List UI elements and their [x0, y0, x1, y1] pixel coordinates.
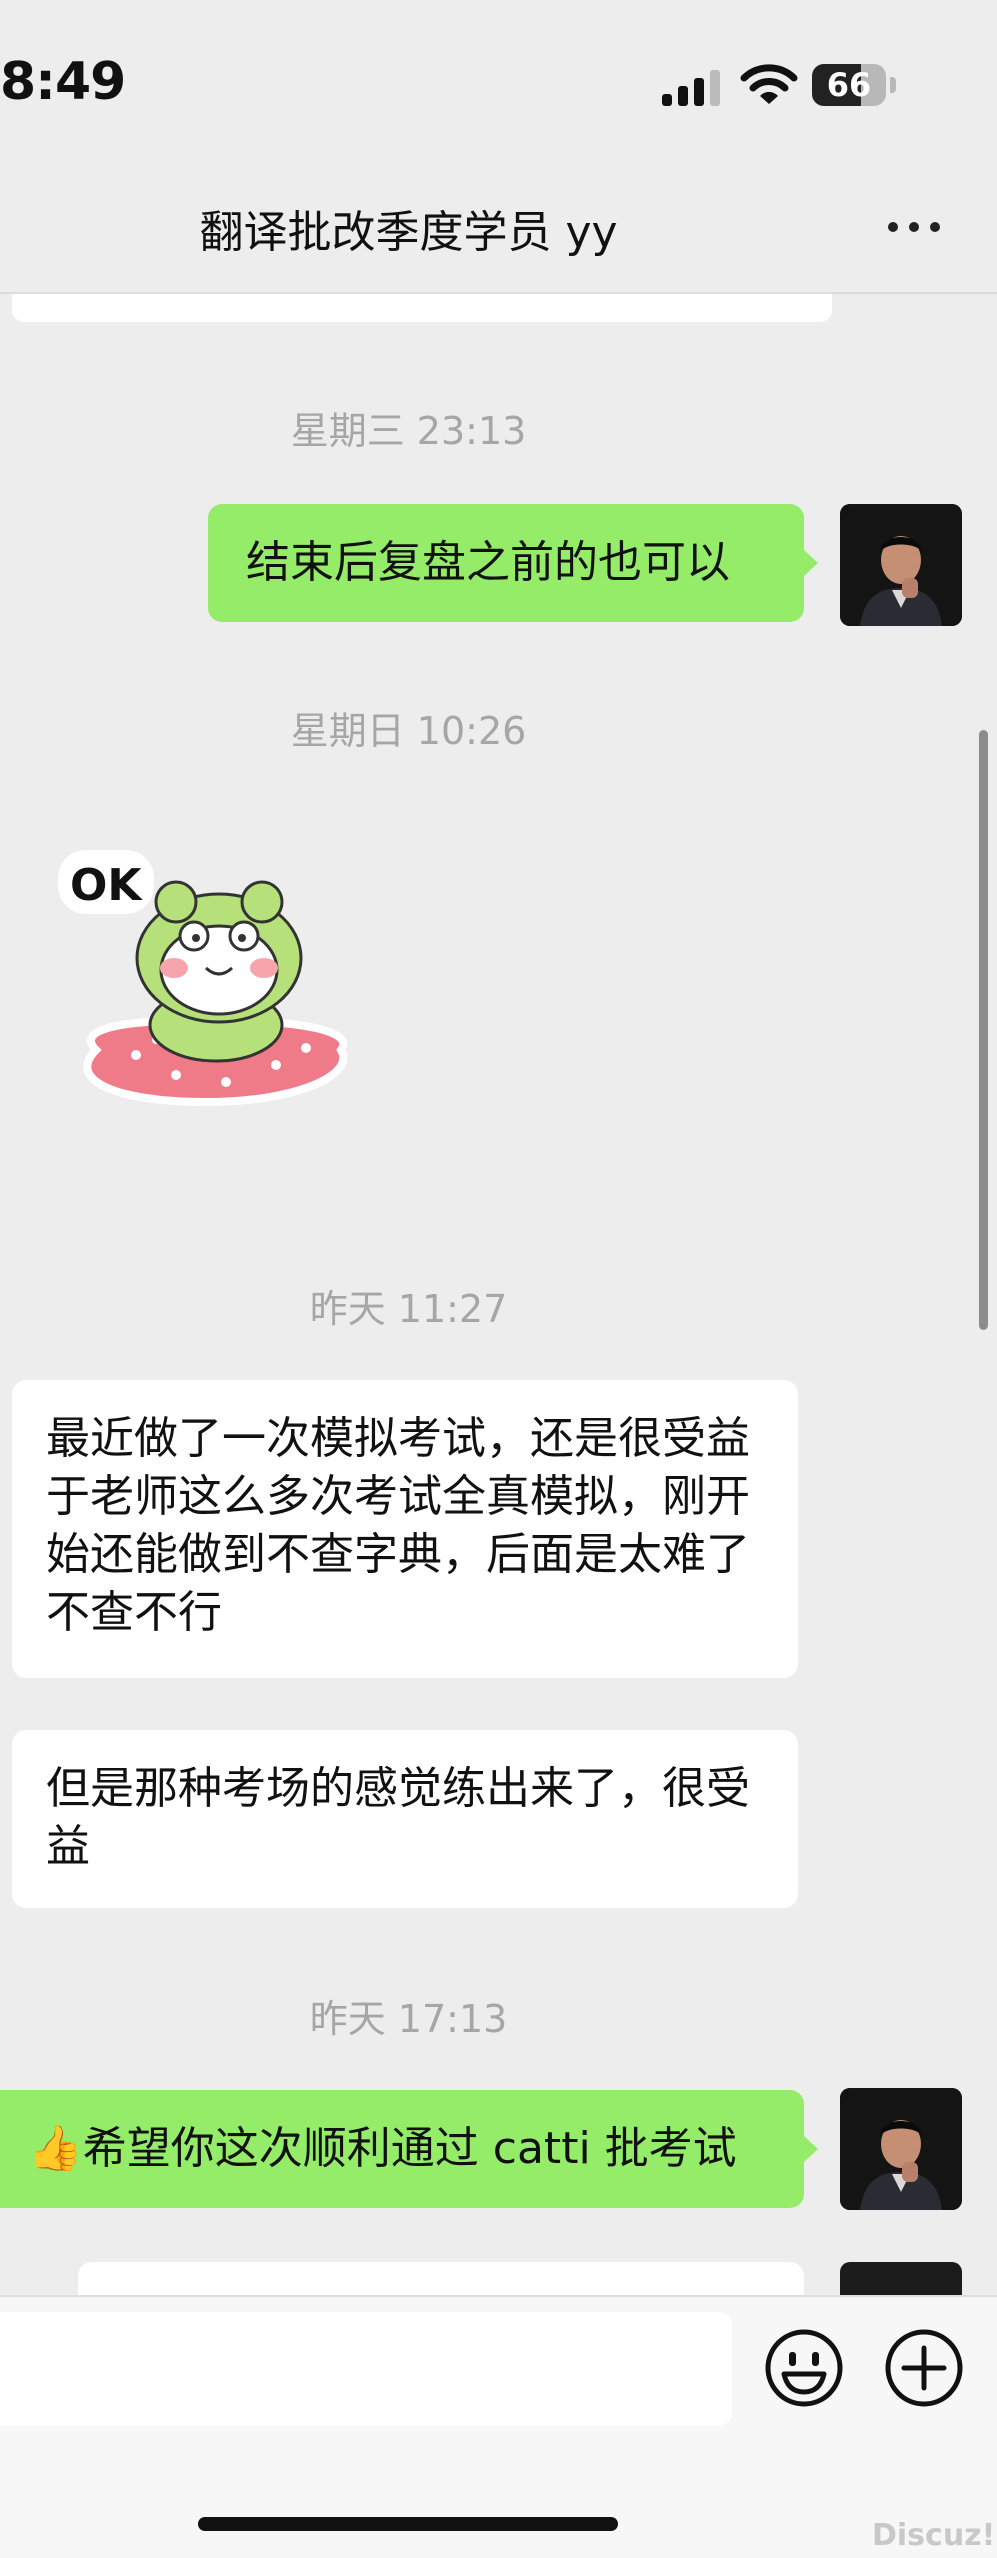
thumbs-up-emoji: 👍 — [28, 2123, 83, 2174]
timestamp: 星期三 23:13 — [290, 409, 527, 453]
smiley-icon[interactable] — [764, 2328, 844, 2408]
chat-title: 翻译批改季度学员 yy — [199, 207, 618, 258]
wifi-icon — [740, 64, 798, 104]
plus-icon[interactable] — [884, 2328, 964, 2408]
timestamp: 昨天 11:27 — [309, 1287, 508, 1331]
frog-sticker-icon: OK — [58, 850, 348, 1107]
timestamp: 星期日 10:26 — [290, 709, 527, 753]
battery-percent: 66 — [826, 66, 872, 104]
scrollbar[interactable] — [979, 730, 988, 1330]
avatar[interactable] — [840, 504, 962, 626]
avatar-portrait-icon — [840, 2088, 962, 2210]
avatar-portrait-icon — [840, 504, 962, 626]
home-indicator[interactable] — [198, 2517, 618, 2531]
sticker-ok-text: OK — [70, 860, 143, 911]
cellular-signal-icon — [662, 70, 720, 106]
battery-icon: 66 — [812, 64, 896, 106]
incoming-message-bubble[interactable]: 但是那种考场的感觉练出来了，很受益 — [12, 1730, 798, 1908]
more-dots-icon[interactable] — [884, 200, 944, 250]
message-text: 最近做了一次模拟考试，还是很受益于老师这么多次考试全真模拟，刚开始还能做到不查字… — [46, 1413, 750, 1638]
message-text: 结束后复盘之前的也可以 — [246, 537, 730, 588]
avatar[interactable] — [840, 2088, 962, 2210]
previous-message-bubble[interactable] — [12, 294, 832, 322]
message-text: 但是那种考场的感觉练出来了，很受益 — [46, 1763, 750, 1872]
ok-frog-sticker[interactable]: OK — [56, 850, 366, 1120]
timestamp: 昨天 17:13 — [309, 1997, 508, 2041]
outgoing-message-bubble[interactable]: 结束后复盘之前的也可以 — [208, 504, 818, 622]
watermark: Discuz! — [872, 2518, 996, 2553]
incoming-message-bubble[interactable]: 最近做了一次模拟考试，还是很受益于老师这么多次考试全真模拟，刚开始还能做到不查字… — [12, 1380, 798, 1678]
message-input[interactable] — [0, 2312, 732, 2426]
status-time: 8:49 — [0, 52, 126, 112]
message-text: 希望你这次顺利通过 catti 批考试 — [82, 2123, 737, 2174]
outgoing-message-bubble[interactable]: 👍希望你这次顺利通过 catti 批考试 — [0, 2090, 818, 2208]
